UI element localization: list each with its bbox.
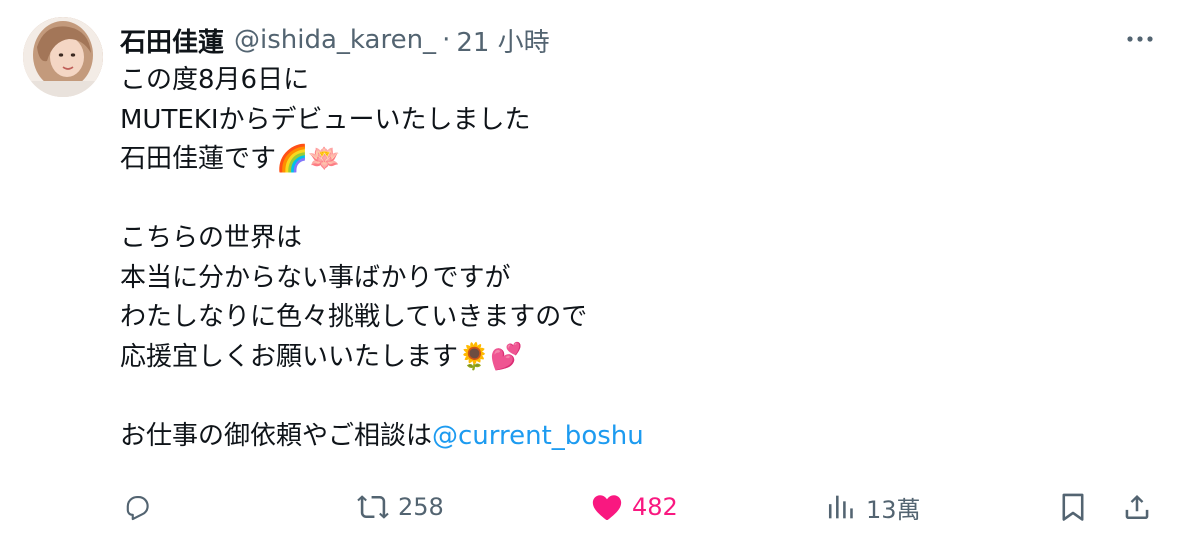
tweet-line: お仕事の御依頼やご相談は@current_boshu: [120, 417, 1120, 457]
views-button[interactable]: 13萬: [824, 485, 921, 529]
author-handle[interactable]: @ishida_karen_: [234, 25, 436, 55]
tweet-line-text: 石田佳蓮です: [120, 144, 277, 174]
tweet-line: わたしなりに色々挑戦していきますので: [120, 298, 1120, 338]
tweet-line-text: お仕事の御依頼やご相談は: [120, 420, 433, 451]
tweet-line: こちらの世界は: [120, 219, 1120, 259]
tweet-line-text: MUTEKIからデビューいたしました: [120, 104, 531, 135]
avatar[interactable]: [23, 17, 103, 97]
tweet-line: この度8月6日に: [120, 61, 1120, 101]
tweet[interactable]: 石田佳蓮 @ishida_karen_ · 21 小時 この度8月6日に MUT…: [0, 0, 1184, 548]
more-options-button[interactable]: [1122, 26, 1158, 52]
share-button[interactable]: [1120, 485, 1154, 529]
tweet-line-text: わたしなりに色々挑戦していきますので: [120, 302, 588, 332]
retweet-count: 258: [398, 493, 444, 521]
author-display-name[interactable]: 石田佳蓮: [120, 22, 224, 59]
bookmark-button[interactable]: [1056, 485, 1090, 529]
tweet-line: 本当に分からない事ばかりですが: [120, 259, 1120, 299]
tweet-line: 石田佳蓮です🌈🪷: [120, 140, 1120, 180]
bookmark-icon: [1062, 493, 1084, 521]
tweet-line: MUTEKIからデビューいたしました: [120, 101, 1120, 141]
share-icon: [1125, 494, 1149, 520]
sunflower-emoji: 🌻: [458, 341, 491, 372]
lotus-emoji: 🪷: [308, 144, 341, 174]
mention-link[interactable]: @current_boshu: [432, 421, 644, 451]
tweet-line-text: 本当に分からない事ばかりですが: [120, 262, 511, 293]
reply-icon: [126, 496, 149, 521]
tweet-timestamp[interactable]: 21 小時: [456, 22, 549, 59]
tweet-header: 石田佳蓮 @ishida_karen_ · 21 小時: [120, 20, 550, 60]
heart-filled-icon: [592, 495, 622, 521]
avatar-image: [23, 17, 103, 97]
retweet-button[interactable]: 258: [356, 485, 444, 529]
rainbow-emoji: 🌈: [276, 144, 309, 174]
tweet-line: 応援宜しくお願いいたします🌻💕: [120, 338, 1120, 378]
tweet-line-text: この度8月6日に: [120, 65, 310, 95]
more-horizontal-icon: [1127, 36, 1153, 42]
tweet-line-text: こちらの世界は: [120, 223, 303, 253]
header-separator: ·: [442, 25, 451, 55]
views-bar-chart-icon: [828, 495, 853, 519]
retweet-icon: [357, 495, 389, 519]
like-button[interactable]: 482: [590, 485, 678, 529]
views-count: 13萬: [866, 495, 921, 524]
tweet-actions: 258 482 13萬: [120, 485, 1160, 529]
tweet-text: この度8月6日に MUTEKIからデビューいたしました 石田佳蓮です🌈🪷 こちら…: [120, 61, 1120, 456]
like-count: 482: [632, 493, 678, 521]
two-hearts-emoji: 💕: [490, 341, 523, 372]
reply-button[interactable]: [120, 485, 162, 529]
tweet-line-text: 応援宜しくお願いいたします: [120, 341, 459, 372]
